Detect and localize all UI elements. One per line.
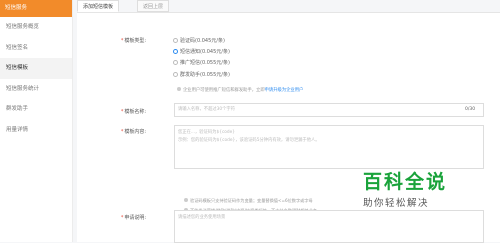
template-name-input[interactable]: 请输入名称，不超过30个字符 [174, 103, 484, 117]
content-placeholder-line2: 示例：您的验证码为${code}，该验证码5分钟内有效，请勿泄漏于他人。 [178, 138, 320, 143]
watermark-subtitle: 助你轻松解决 [363, 198, 430, 209]
type-option-verification[interactable]: 验证码(0.045元/条) [173, 37, 225, 44]
sidebar-item-overview[interactable]: 短信服务概览 [0, 17, 72, 38]
tab-back[interactable]: 返回上层 [137, 0, 170, 12]
bullet-icon [184, 198, 188, 202]
template-content-textarea[interactable]: 您正在...，验证码为${code} 示例：您的验证码为${code}，该验证码… [174, 125, 484, 169]
application-reason-textarea[interactable]: 请描述您的业务使用场景 [174, 210, 484, 243]
name-label: *模板名称: [120, 109, 146, 115]
reason-placeholder: 请描述您的业务使用场景 [178, 215, 226, 220]
sidebar-item-usage[interactable]: 用量详情 [0, 120, 72, 141]
radio-circle[interactable] [173, 72, 178, 77]
sidebar-item-bulk-assistant[interactable]: 群发助手 [0, 99, 72, 120]
name-placeholder: 请输入名称，不超过30个字符 [178, 107, 236, 112]
radio-circle[interactable] [173, 49, 178, 54]
sidebar-header: 短信服务 [0, 0, 72, 17]
info-icon [177, 87, 181, 91]
type-option-bulk[interactable]: 群发助手(0.055元/条) [173, 71, 230, 78]
content-label: *模板内容: [120, 129, 146, 135]
tab-bar: 添加短信模板 返回上层 [77, 0, 500, 12]
type-option-promotion[interactable]: 推广短信(0.055元/条) [173, 59, 230, 66]
radio-circle[interactable] [173, 38, 178, 43]
type-option-notification[interactable]: 短信通知(0.045元/条) [173, 48, 230, 55]
enterprise-note: 企业用户可使用推广短信和群发助手，立即申请升级为企业用户 [177, 87, 303, 93]
reason-label: *申请说明: [120, 215, 146, 221]
tab-add-template[interactable]: 添加短信模板 [77, 0, 120, 12]
sidebar-item-statistics[interactable]: 短信服务统计 [0, 79, 72, 100]
hint-1: 验证码模板只支持验证码作为变量；变量替换值<=6位数字或字母 [184, 196, 372, 206]
type-label: *模板类型: [120, 38, 146, 44]
sidebar-item-signature[interactable]: 短信签名 [0, 38, 72, 59]
upgrade-enterprise-link[interactable]: 申请升级为企业用户 [265, 88, 304, 93]
radio-circle[interactable] [173, 60, 178, 65]
sidebar: 短信服务 短信服务概览 短信签名 短信模板 短信服务统计 群发助手 用量详情 [0, 0, 73, 242]
watermark: 百科全说 助你轻松解决 [363, 167, 463, 209]
name-char-counter: 0/30 [465, 107, 476, 112]
content-placeholder-line1: 您正在...，验证码为${code} [178, 130, 236, 135]
watermark-title: 百科全说 [363, 171, 448, 193]
sidebar-item-template[interactable]: 短信模板 [0, 58, 72, 79]
